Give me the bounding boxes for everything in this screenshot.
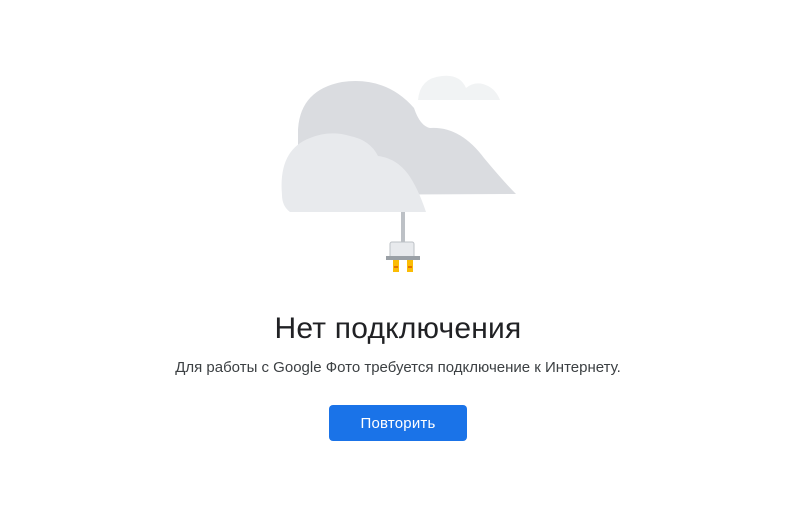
cable-icon (401, 212, 405, 246)
no-connection-page: Нет подключения Для работы с Google Фото… (0, 0, 807, 515)
retry-button[interactable]: Повторить (329, 405, 467, 441)
plug-icon (386, 241, 420, 272)
page-subtitle: Для работы с Google Фото требуется подкл… (175, 359, 621, 376)
page-title: Нет подключения (274, 312, 522, 345)
small-cloud-icon (418, 75, 500, 100)
cloud-unplugged-icon (270, 70, 520, 280)
